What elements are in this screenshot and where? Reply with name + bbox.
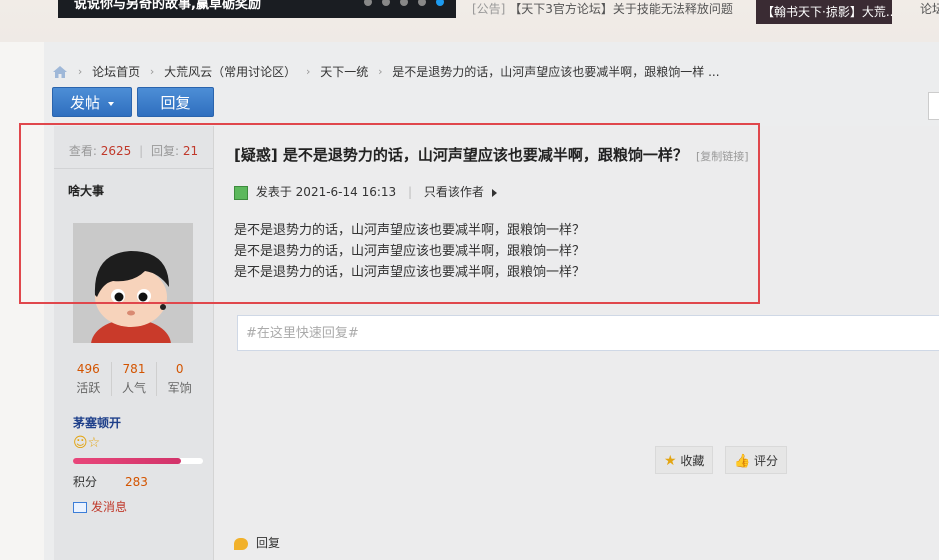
announcement-tag: [公告] bbox=[472, 2, 506, 16]
announcement[interactable]: [公告] 【天下3官方论坛】关于技能无法释放问题 bbox=[472, 0, 733, 17]
stat-label: 活跃 bbox=[76, 381, 101, 395]
points-value: 283 bbox=[125, 475, 148, 489]
rate-button[interactable]: 👍 评分 bbox=[725, 446, 788, 474]
breadcrumb-separator: › bbox=[305, 65, 311, 78]
breadcrumb-forum-home[interactable]: 论坛首页 bbox=[92, 63, 140, 80]
avatar-illustration bbox=[73, 223, 193, 343]
rank-badges: ☺☆ bbox=[73, 435, 100, 451]
favorite-label: 收藏 bbox=[680, 454, 705, 468]
promo-banner-text: 说说你与另奇的故事,赢草砺奖励 bbox=[74, 0, 261, 12]
carousel-dot[interactable] bbox=[400, 0, 408, 6]
envelope-icon bbox=[73, 502, 87, 513]
rate-label: 评分 bbox=[754, 454, 779, 468]
thread-stats: 查看: 2625 | 回复: 21 bbox=[54, 142, 213, 159]
copy-link[interactable]: [复制链接] bbox=[696, 150, 749, 163]
breadcrumb-separator: › bbox=[378, 65, 383, 78]
meta-divider: | bbox=[408, 185, 413, 199]
breadcrumb-separator: › bbox=[149, 65, 155, 78]
smiley-icon: ☺ bbox=[73, 435, 88, 451]
breadcrumb-category[interactable]: 大荒风云（常用讨论区） bbox=[164, 63, 296, 80]
reply-label: 回复 bbox=[160, 94, 191, 112]
quick-reply-input[interactable] bbox=[238, 316, 939, 350]
reply-button[interactable]: 回复 bbox=[137, 87, 214, 117]
post-reply-link[interactable]: 回复 bbox=[234, 534, 280, 551]
post-reply-label: 回复 bbox=[256, 536, 281, 550]
post-body: 是不是退势力的话，山河声望应该也要减半啊，跟粮饷一样？ 是不是退势力的话，山河声… bbox=[234, 220, 585, 283]
author-rank[interactable]: 茅塞顿开 bbox=[73, 414, 121, 431]
announcement-text[interactable]: 【天下3官方论坛】关于技能无法释放问题 bbox=[509, 2, 733, 16]
author-stats: 496 活跃 781 人气 0 军饷 bbox=[66, 362, 202, 396]
views-count: 2625 bbox=[100, 144, 132, 158]
home-icon[interactable] bbox=[52, 65, 68, 79]
announcement-right[interactable]: 论坛 bbox=[920, 0, 939, 17]
chevron-down-icon bbox=[108, 101, 114, 106]
carousel-dot[interactable] bbox=[364, 0, 372, 6]
thumbs-up-icon: 👍 bbox=[734, 454, 751, 469]
page-jump-box[interactable] bbox=[928, 92, 939, 120]
post-meta-prefix: 发表于 bbox=[255, 185, 292, 199]
quick-reply-box[interactable] bbox=[237, 315, 939, 351]
chevron-right-icon bbox=[491, 188, 497, 197]
breadcrumb: › 论坛首页 › 大荒风云（常用讨论区） › 天下一统 › 是不是退势力的话，山… bbox=[52, 63, 720, 79]
reply-bubble-icon bbox=[234, 537, 248, 550]
replies-count: 21 bbox=[182, 144, 199, 158]
stats-divider: | bbox=[139, 144, 144, 158]
rank-progress-fill bbox=[73, 458, 181, 464]
breadcrumb-board[interactable]: 天下一统 bbox=[320, 63, 368, 80]
star-icon: ★ bbox=[664, 453, 677, 469]
carousel-dots[interactable] bbox=[354, 0, 444, 8]
send-message-link[interactable]: 发消息 bbox=[73, 498, 127, 515]
page-left-margin bbox=[0, 0, 44, 560]
new-post-button[interactable]: 发帖 bbox=[52, 87, 132, 117]
author-stat-salary[interactable]: 0 军饷 bbox=[157, 362, 202, 396]
announcement-image[interactable]: 【翰书天下·掠影】大荒... bbox=[756, 0, 892, 24]
author-sidebar: 查看: 2625 | 回复: 21 啥大事 496 活跃 781 人气 0 军饷… bbox=[54, 126, 213, 560]
post-content: [疑惑] 是不是退势力的话，山河声望应该也要减半啊，跟粮饷一样？ [复制链接] 发… bbox=[214, 126, 939, 560]
rank-progress-bar bbox=[73, 458, 203, 464]
breadcrumb-separator: › bbox=[77, 65, 83, 78]
views-label: 查看: bbox=[68, 144, 97, 158]
send-message-label: 发消息 bbox=[91, 500, 128, 514]
replies-label: 回复: bbox=[150, 144, 180, 158]
post-line: 是不是退势力的话，山河声望应该也要减半啊，跟粮饷一样？ bbox=[234, 244, 586, 259]
stat-label: 人气 bbox=[122, 381, 147, 395]
post-meta: 发表于 2021-6-14 16:13 | 只看该作者 bbox=[234, 183, 497, 200]
stat-value: 781 bbox=[122, 362, 146, 376]
star-icon: ☆ bbox=[87, 435, 101, 451]
breadcrumb-current-thread: 是不是退势力的话，山河声望应该也要减半啊，跟粮饷一样 ... bbox=[392, 65, 720, 79]
stat-value: 0 bbox=[175, 362, 184, 376]
favorite-button[interactable]: ★ 收藏 bbox=[655, 446, 714, 474]
new-post-label: 发帖 bbox=[69, 94, 100, 112]
user-icon bbox=[234, 185, 248, 200]
author-stat-popularity[interactable]: 781 人气 bbox=[112, 362, 158, 396]
post-line: 是不是退势力的话，山河声望应该也要减半啊，跟粮饷一样？ bbox=[234, 265, 586, 280]
points-label: 积分 bbox=[73, 475, 98, 489]
divider bbox=[54, 168, 213, 169]
thread-title: [疑惑] 是不是退势力的话，山河声望应该也要减半啊，跟粮饷一样？ [复制链接] bbox=[234, 144, 749, 165]
avatar[interactable] bbox=[73, 223, 193, 343]
promo-banner[interactable]: 说说你与另奇的故事,赢草砺奖励 bbox=[58, 0, 456, 18]
author-points: 积分 283 bbox=[73, 473, 148, 490]
stat-label: 军饷 bbox=[167, 381, 192, 395]
post-date: 2021-6-14 16:13 bbox=[295, 185, 397, 199]
stat-value: 496 bbox=[76, 362, 100, 376]
author-name[interactable]: 啥大事 bbox=[68, 182, 104, 199]
only-author-link[interactable]: 只看该作者 bbox=[424, 185, 484, 199]
post-line: 是不是退势力的话，山河声望应该也要减半啊，跟粮饷一样？ bbox=[234, 223, 586, 238]
thread-title-text: [疑惑] 是不是退势力的话，山河声望应该也要减半啊，跟粮饷一样？ bbox=[234, 146, 688, 164]
carousel-dot-active[interactable] bbox=[436, 0, 444, 6]
author-stat-activity[interactable]: 496 活跃 bbox=[66, 362, 112, 396]
carousel-dot[interactable] bbox=[418, 0, 426, 6]
carousel-dot[interactable] bbox=[382, 0, 390, 6]
